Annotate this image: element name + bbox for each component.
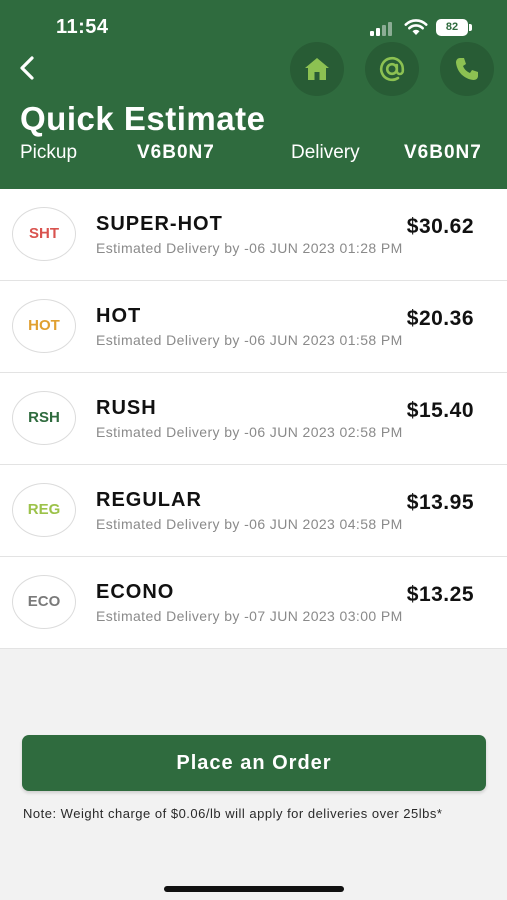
battery-level: 82	[445, 21, 459, 33]
home-button[interactable]	[290, 42, 344, 96]
home-indicator	[164, 886, 344, 892]
service-price: $13.95	[406, 491, 474, 514]
phone-button[interactable]	[440, 42, 494, 96]
estimated-delivery: Estimated Delivery by -06 JUN 2023 04:58…	[96, 516, 403, 532]
service-price: $20.36	[406, 307, 474, 330]
weight-charge-note: Note: Weight charge of $0.06/lb will app…	[23, 806, 443, 821]
service-option-regular[interactable]: REG REGULAR Estimated Delivery by -06 JU…	[0, 465, 507, 557]
battery-nub	[469, 24, 472, 31]
service-code-badge: HOT	[12, 299, 76, 353]
estimated-delivery: Estimated Delivery by -06 JUN 2023 02:58…	[96, 424, 403, 440]
at-sign-icon	[379, 56, 405, 82]
page-title: Quick Estimate	[20, 100, 266, 137]
wifi-icon	[404, 19, 428, 35]
service-option-hot[interactable]: HOT HOT Estimated Delivery by -06 JUN 20…	[0, 281, 507, 373]
service-option-super-hot[interactable]: SHT SUPER-HOT Estimated Delivery by -06 …	[0, 189, 507, 281]
service-name: SUPER-HOT	[96, 213, 223, 235]
pickup-label: Pickup	[20, 142, 78, 163]
route-summary: Pickup V6B0N7 Delivery V6B0N7	[0, 142, 507, 166]
back-button[interactable]	[14, 54, 42, 82]
estimated-delivery: Estimated Delivery by -07 JUN 2023 03:00…	[96, 608, 403, 624]
delivery-postal-code: V6B0N7	[404, 142, 482, 163]
service-name: RUSH	[96, 397, 157, 419]
estimated-delivery: Estimated Delivery by -06 JUN 2023 01:28…	[96, 240, 403, 256]
service-option-rush[interactable]: RSH RUSH Estimated Delivery by -06 JUN 2…	[0, 373, 507, 465]
battery-icon: 82	[436, 19, 468, 36]
service-name: HOT	[96, 305, 142, 327]
service-code-badge: ECO	[12, 575, 76, 629]
service-name: REGULAR	[96, 489, 202, 511]
header-bar: 11:54 82 Quick Estimate Pickup V6B0N7 De…	[0, 0, 507, 189]
delivery-label: Delivery	[291, 142, 360, 163]
back-arrow-icon	[20, 56, 34, 80]
estimated-delivery: Estimated Delivery by -06 JUN 2023 01:58…	[96, 332, 403, 348]
service-code-badge: REG	[12, 483, 76, 537]
service-price: $13.25	[406, 583, 474, 606]
service-price: $15.40	[406, 399, 474, 422]
pickup-postal-code: V6B0N7	[137, 142, 215, 163]
service-price: $30.62	[406, 215, 474, 238]
home-icon	[305, 58, 329, 80]
place-order-button[interactable]: Place an Order	[22, 735, 486, 791]
service-option-econo[interactable]: ECO ECONO Estimated Delivery by -07 JUN …	[0, 557, 507, 649]
status-bar: 11:54 82	[0, 0, 507, 50]
status-time: 11:54	[56, 16, 109, 38]
signal-icon	[370, 20, 396, 36]
service-name: ECONO	[96, 581, 175, 603]
email-button[interactable]	[365, 42, 419, 96]
service-code-badge: SHT	[12, 207, 76, 261]
service-options-list: SHT SUPER-HOT Estimated Delivery by -06 …	[0, 189, 507, 649]
service-code-badge: RSH	[12, 391, 76, 445]
phone-icon	[456, 58, 478, 80]
